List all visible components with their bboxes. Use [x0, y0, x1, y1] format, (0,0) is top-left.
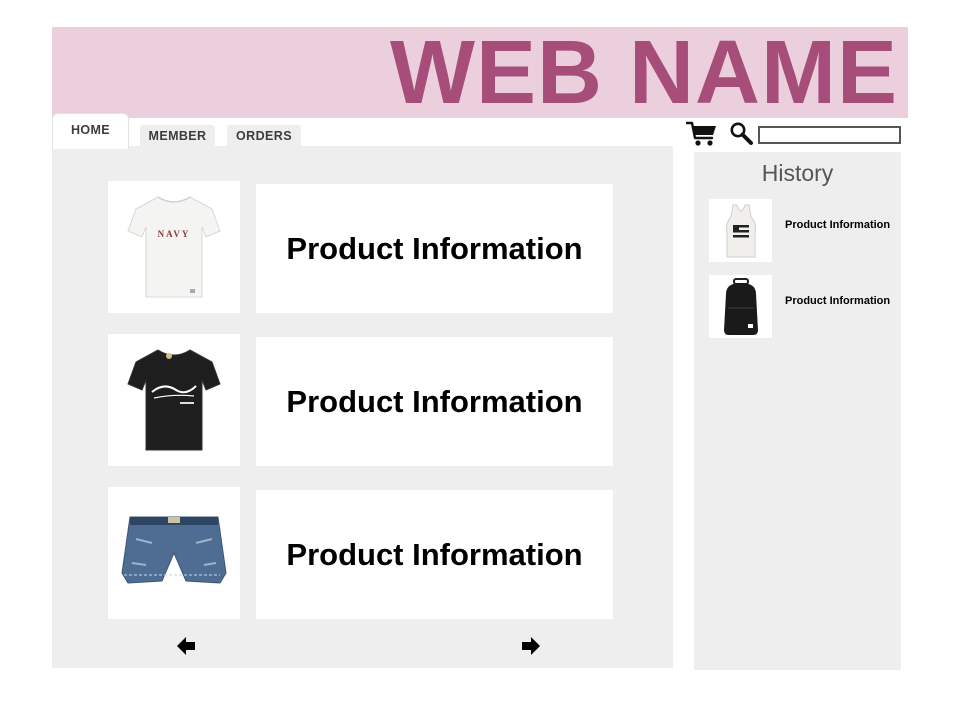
header-banner: WEB NAME — [52, 27, 908, 118]
history-item[interactable]: Product Information — [709, 199, 894, 262]
search-input[interactable] — [758, 126, 901, 144]
history-panel: History Product Information Product Info… — [694, 152, 901, 670]
product-row[interactable]: Product Information — [108, 487, 613, 619]
product-info[interactable]: Product Information — [256, 184, 613, 313]
arrow-right-icon[interactable] — [521, 636, 541, 656]
product-list-panel: NAVY Product Information Product Informa… — [52, 149, 673, 668]
history-item-info[interactable]: Product Information — [785, 199, 890, 251]
magnifier-icon[interactable] — [729, 121, 754, 146]
product-row[interactable]: Product Information — [108, 334, 613, 466]
product-info[interactable]: Product Information — [256, 490, 613, 619]
arrow-left-icon[interactable] — [176, 636, 196, 656]
shopping-cart-icon[interactable] — [686, 120, 718, 148]
product-image-white-tshirt[interactable]: NAVY — [108, 181, 240, 313]
tab-home[interactable]: HOME — [52, 113, 129, 149]
history-image-backpack[interactable] — [709, 275, 772, 338]
product-row[interactable]: NAVY Product Information — [108, 181, 613, 313]
history-item-info[interactable]: Product Information — [785, 275, 890, 327]
history-item[interactable]: Product Information — [709, 275, 894, 338]
svg-text:NAVY: NAVY — [158, 229, 191, 239]
product-info[interactable]: Product Information — [256, 337, 613, 466]
tab-member[interactable]: MEMBER — [140, 125, 215, 147]
product-image-black-tshirt[interactable] — [108, 334, 240, 466]
history-title: History — [761, 160, 834, 186]
history-image-tank-top[interactable] — [709, 199, 772, 262]
tab-orders[interactable]: ORDERS — [227, 125, 301, 147]
product-image-denim-shorts[interactable] — [108, 487, 240, 619]
site-name: WEB NAME — [390, 22, 898, 123]
